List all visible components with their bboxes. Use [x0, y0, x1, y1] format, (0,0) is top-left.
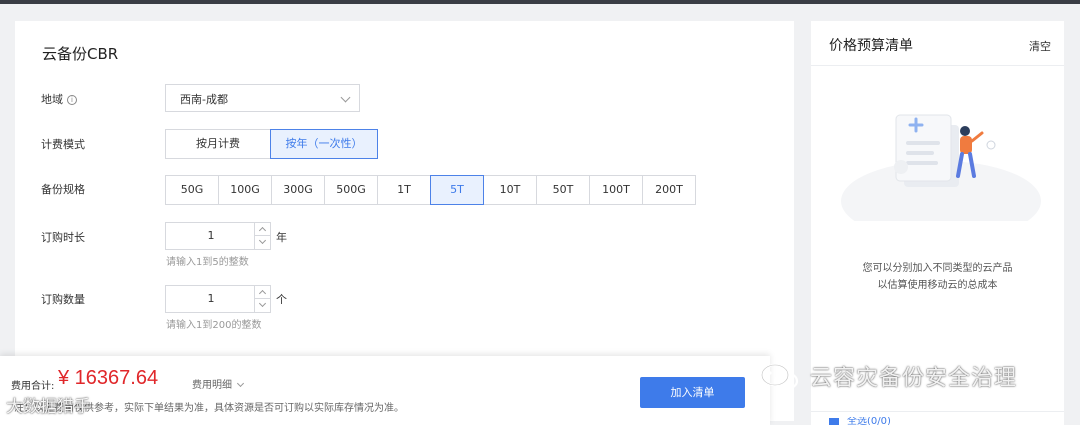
billing-option-monthly[interactable]: 按月计费 — [165, 129, 271, 159]
clear-button[interactable]: 清空 — [1029, 38, 1051, 54]
region-label: 地域 i — [41, 91, 77, 107]
empty-message-line1: 您可以分别加入不同类型的云产品 — [862, 263, 1013, 274]
total-price: ¥ 16367.64 — [58, 367, 159, 389]
divider — [811, 411, 1064, 412]
duration-stepper[interactable]: 1 — [165, 222, 271, 250]
billing-option-yearly[interactable]: 按年（一次性） — [270, 129, 378, 159]
spec-label: 备份规格 — [41, 183, 85, 196]
quantity-hint: 请输入1到200的整数 — [166, 320, 262, 331]
quantity-value: 1 — [207, 292, 215, 305]
quantity-unit: 个 — [276, 293, 287, 306]
spec-options: 50G 100G 300G 500G 1T 5T 10T 50T 100T 20… — [165, 175, 696, 205]
spec-option-300g[interactable]: 300G — [271, 175, 325, 205]
region-select[interactable]: 西南-成都 — [165, 84, 360, 112]
watermark-text: 云容灾备份安全治理 — [810, 366, 1018, 391]
chevron-down-icon — [236, 379, 245, 388]
increment-button[interactable] — [255, 286, 270, 299]
spec-option-50t[interactable]: 50T — [536, 175, 590, 205]
billing-label: 计费模式 — [41, 138, 85, 151]
chevron-down-icon — [340, 92, 351, 103]
spec-option-50g[interactable]: 50G — [165, 175, 219, 205]
spec-option-100t[interactable]: 100T — [589, 175, 643, 205]
spec-option-100g[interactable]: 100G — [218, 175, 272, 205]
increment-button[interactable] — [255, 223, 270, 236]
watermark-left: 大数据猎手 — [6, 397, 91, 417]
quantity-label: 订购数量 — [41, 293, 85, 306]
budget-header: 价格预算清单 清空 — [811, 21, 1064, 66]
spec-option-200t[interactable]: 200T — [642, 175, 696, 205]
top-bar — [0, 0, 1080, 4]
price-footer: 费用合计: ¥ 16367.64 费用明细 注：以上费用仅供参考，实际下单结果为… — [0, 356, 770, 425]
duration-hint: 请输入1到5的整数 — [166, 257, 249, 268]
cost-detail-toggle[interactable]: 费用明细 — [192, 376, 245, 391]
add-to-list-button[interactable]: 加入清单 — [640, 377, 745, 408]
empty-message-line2: 以估算使用移动云的总成本 — [877, 280, 998, 291]
empty-state-illustration — [841, 114, 1041, 221]
spec-option-5t[interactable]: 5T — [430, 175, 484, 205]
page-title: 云备份CBR — [42, 45, 119, 63]
decrement-button[interactable] — [255, 299, 270, 312]
region-value: 西南-成都 — [180, 93, 228, 106]
spec-option-10t[interactable]: 10T — [483, 175, 537, 205]
quantity-stepper[interactable]: 1 — [165, 285, 271, 313]
decrement-button[interactable] — [255, 236, 270, 249]
duration-label: 订购时长 — [41, 231, 85, 244]
duration-unit: 年 — [276, 231, 287, 244]
total-label: 费用合计: — [11, 381, 55, 392]
spec-option-500g[interactable]: 500G — [324, 175, 378, 205]
budget-title: 价格预算清单 — [829, 38, 913, 54]
info-icon[interactable]: i — [67, 95, 77, 105]
spec-option-1t[interactable]: 1T — [377, 175, 431, 205]
wechat-icon — [760, 363, 799, 391]
duration-value: 1 — [207, 229, 215, 242]
select-all-label: 全选(0/0) — [847, 417, 891, 425]
select-all-checkbox[interactable] — [829, 418, 839, 425]
